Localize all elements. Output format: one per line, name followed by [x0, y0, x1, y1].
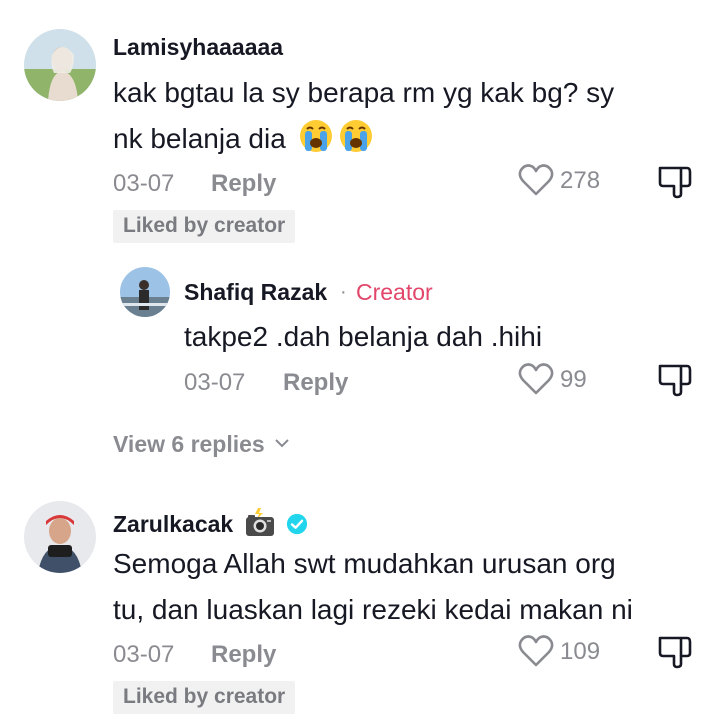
- thumbs-down-icon: [658, 636, 692, 669]
- thumbs-down-icon: [658, 364, 692, 397]
- thumbs-down-icon: [658, 166, 692, 199]
- dislike-button[interactable]: [657, 362, 693, 398]
- liked-by-creator-badge: Liked by creator: [113, 210, 296, 243]
- comment-text-line: nk belanja dia: [113, 123, 286, 154]
- reply-button[interactable]: Reply: [211, 641, 276, 669]
- verified-icon: [286, 513, 308, 535]
- view-replies-label: View 6 replies: [113, 431, 265, 457]
- dislike-button[interactable]: [657, 164, 693, 200]
- like-count: 109: [560, 638, 601, 665]
- reply-button[interactable]: Reply: [283, 369, 348, 397]
- reply-username[interactable]: Shafiq Razak: [184, 279, 327, 306]
- comment-text: Semoga Allah swt mudahkan urusan org: [113, 548, 616, 579]
- like-count: 278: [560, 167, 601, 194]
- avatar[interactable]: [24, 501, 96, 573]
- comment-date: 03-07: [113, 641, 175, 668]
- like-button[interactable]: [517, 360, 555, 398]
- comment-username[interactable]: Zarulkacak: [113, 506, 308, 538]
- reply-button[interactable]: Reply: [211, 170, 276, 198]
- heart-icon: [518, 635, 554, 667]
- creator-label: Creator: [356, 279, 433, 305]
- crying-face-icon: [339, 120, 372, 152]
- comment-text: nk belanja dia: [113, 116, 374, 162]
- avatar[interactable]: [120, 267, 170, 317]
- like-button[interactable]: [517, 161, 555, 199]
- like-count: 99: [560, 366, 587, 393]
- dislike-button[interactable]: [657, 634, 693, 670]
- avatar[interactable]: [24, 29, 96, 101]
- camera-with-flash-icon: [245, 508, 274, 536]
- crying-face-icon: [299, 120, 332, 152]
- view-replies-button[interactable]: View 6 replies: [113, 431, 290, 458]
- comment-date: 03-07: [113, 170, 175, 197]
- reply-date: 03-07: [184, 369, 246, 396]
- heart-icon: [518, 164, 554, 196]
- comment-text: kak bgtau la sy berapa rm yg kak bg? sy: [113, 77, 615, 108]
- comment-username-text: Zarulkacak: [113, 511, 234, 537]
- heart-icon: [518, 363, 554, 395]
- separator-dot: ·: [340, 281, 347, 303]
- reply-text: takpe2 .dah belanja dah .hihi: [184, 321, 543, 352]
- like-button[interactable]: [517, 632, 555, 670]
- chevron-down-icon: [275, 439, 289, 448]
- comment-username[interactable]: Lamisyhaaaaaa: [113, 34, 283, 61]
- comment-text: tu, dan luaskan lagi rezeki kedai makan …: [113, 594, 633, 625]
- liked-by-creator-badge: Liked by creator: [113, 681, 296, 714]
